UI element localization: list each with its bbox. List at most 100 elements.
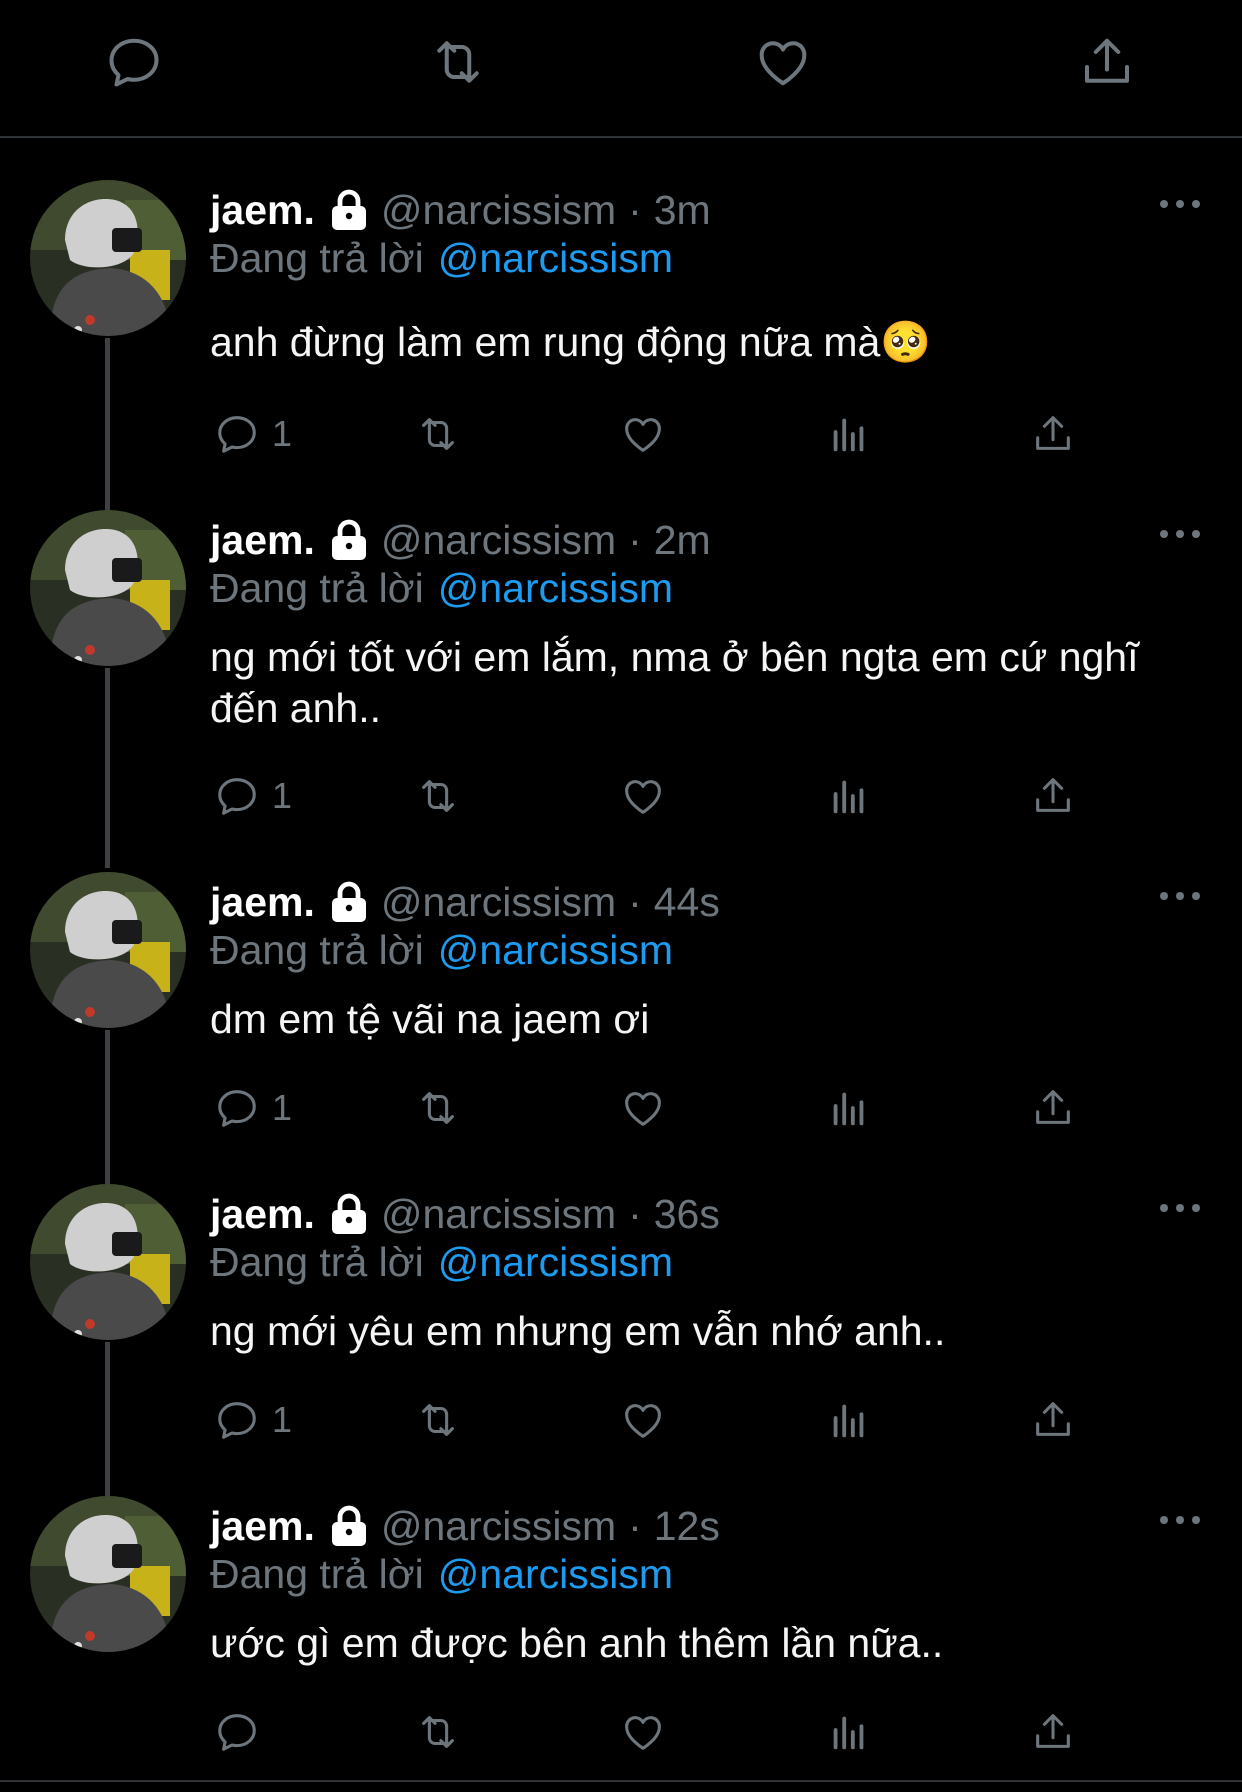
reply-mention-link[interactable]: @narcissism	[438, 1239, 673, 1286]
retweet-button[interactable]	[415, 1390, 461, 1450]
share-icon	[1030, 773, 1076, 819]
views-button[interactable]	[826, 1702, 872, 1762]
replying-to: Đang trả lời @narcissism	[210, 1550, 673, 1598]
display-name[interactable]: jaem.	[210, 1191, 315, 1238]
views-button[interactable]	[826, 404, 872, 464]
reply-button[interactable]	[214, 1702, 272, 1762]
display-name[interactable]: jaem.	[210, 879, 315, 926]
like-icon[interactable]	[751, 30, 815, 94]
top-action-bar	[0, 0, 1242, 138]
reply-count: 1	[272, 1399, 293, 1440]
like-button[interactable]	[620, 1078, 666, 1138]
more-options-icon[interactable]	[1160, 892, 1200, 904]
display-name[interactable]: jaem.	[210, 517, 315, 564]
handle[interactable]: @narcissism	[381, 879, 616, 926]
retweet-button[interactable]	[415, 766, 461, 826]
reply-mention-link[interactable]: @narcissism	[438, 927, 673, 974]
like-button[interactable]	[620, 404, 666, 464]
avatar[interactable]	[30, 872, 186, 1028]
more-options-icon[interactable]	[1160, 1204, 1200, 1216]
share-icon	[1030, 1709, 1076, 1755]
handle[interactable]: @narcissism	[381, 1503, 616, 1550]
timestamp[interactable]: 44s	[654, 879, 720, 926]
thread-line	[105, 338, 110, 510]
tweet-text: dm em tệ vãi na jaem ơi	[210, 996, 650, 1042]
tweet-text: anh đừng làm em rung động nữa mà🥺	[210, 319, 932, 365]
share-button[interactable]	[1030, 1078, 1076, 1138]
thread-line	[105, 1030, 110, 1184]
tweet-actions	[210, 1702, 1110, 1762]
avatar[interactable]	[30, 1496, 186, 1652]
thread-line	[105, 668, 110, 868]
reply-button[interactable]: 1	[214, 1390, 292, 1450]
share-button[interactable]	[1030, 1390, 1076, 1450]
separator: ·	[628, 878, 642, 925]
retweet-button[interactable]	[415, 404, 461, 464]
tweet-text: ng mới yêu em nhưng em vẫn nhớ anh..	[210, 1308, 946, 1354]
reply-count: 1	[272, 775, 293, 816]
share-button[interactable]	[1030, 766, 1076, 826]
more-options-icon[interactable]	[1160, 1516, 1200, 1528]
display-name[interactable]: jaem.	[210, 187, 315, 234]
tweet-header: jaem. @narcissism · 2m	[210, 516, 711, 564]
reply-prefix: Đang trả lời	[210, 926, 424, 973]
share-icon	[1030, 411, 1076, 457]
retweet-icon	[415, 1397, 461, 1443]
separator: ·	[628, 1190, 642, 1237]
timestamp[interactable]: 36s	[654, 1191, 720, 1238]
tweet-actions: 1	[210, 766, 1110, 826]
tweet-text: ước gì em được bên anh thêm lần nữa..	[210, 1620, 944, 1666]
reply-count: 1	[272, 1087, 293, 1128]
reply-mention-link[interactable]: @narcissism	[438, 235, 673, 282]
retweet-icon[interactable]	[426, 30, 490, 94]
handle[interactable]: @narcissism	[381, 187, 616, 234]
more-options-icon[interactable]	[1160, 200, 1200, 212]
retweet-icon	[415, 1709, 461, 1755]
reply-button[interactable]: 1	[214, 1078, 292, 1138]
reply-prefix: Đang trả lời	[210, 564, 424, 611]
like-button[interactable]	[620, 1390, 666, 1450]
retweet-button[interactable]	[415, 1702, 461, 1762]
retweet-button[interactable]	[415, 1078, 461, 1138]
reply-icon[interactable]	[102, 30, 166, 94]
like-button[interactable]	[620, 766, 666, 826]
like-button[interactable]	[620, 1702, 666, 1762]
replying-to: Đang trả lời @narcissism	[210, 926, 673, 974]
timestamp[interactable]: 12s	[654, 1503, 720, 1550]
views-icon	[826, 1709, 872, 1755]
share-icon	[1030, 1397, 1076, 1443]
display-name[interactable]: jaem.	[210, 1503, 315, 1550]
views-button[interactable]	[826, 1390, 872, 1450]
divider	[0, 1780, 1242, 1782]
avatar[interactable]	[30, 1184, 186, 1340]
lock-icon	[329, 1504, 369, 1548]
reply-button[interactable]: 1	[214, 404, 292, 464]
reply-button[interactable]: 1	[214, 766, 292, 826]
reply-mention-link[interactable]: @narcissism	[438, 1551, 673, 1598]
more-options-icon[interactable]	[1160, 530, 1200, 542]
timestamp[interactable]: 2m	[654, 517, 711, 564]
timestamp[interactable]: 3m	[654, 187, 711, 234]
share-button[interactable]	[1030, 1702, 1076, 1762]
separator: ·	[628, 516, 642, 563]
tweet-text: ng mới tốt với em lắm, nma ở bên ngta em…	[210, 634, 1139, 731]
avatar[interactable]	[30, 510, 186, 666]
share-icon[interactable]	[1075, 30, 1139, 94]
reply-icon	[214, 773, 260, 819]
views-icon	[826, 1085, 872, 1131]
separator: ·	[628, 1502, 642, 1549]
views-button[interactable]	[826, 766, 872, 826]
reply-icon	[214, 1397, 260, 1443]
handle[interactable]: @narcissism	[381, 1191, 616, 1238]
reply-mention-link[interactable]: @narcissism	[438, 565, 673, 612]
thread-line	[105, 1342, 110, 1496]
like-icon	[620, 1709, 666, 1755]
reply-prefix: Đang trả lời	[210, 1238, 424, 1285]
avatar[interactable]	[30, 180, 186, 336]
views-button[interactable]	[826, 1078, 872, 1138]
handle[interactable]: @narcissism	[381, 517, 616, 564]
share-icon	[1030, 1085, 1076, 1131]
tweet-actions: 1	[210, 1078, 1110, 1138]
like-icon	[620, 1397, 666, 1443]
share-button[interactable]	[1030, 404, 1076, 464]
